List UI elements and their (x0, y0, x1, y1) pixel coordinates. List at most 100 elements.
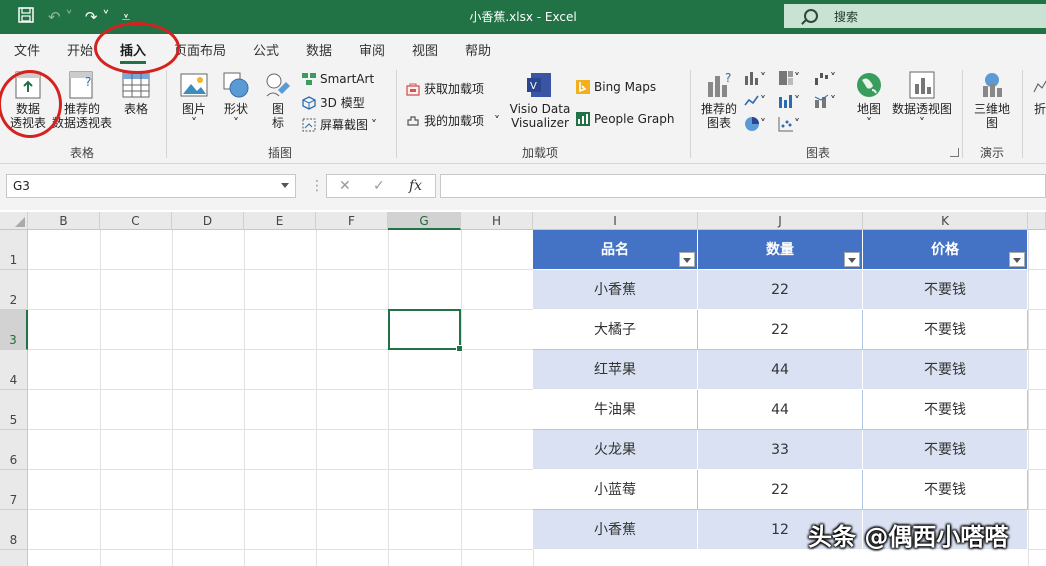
column-header[interactable]: C (100, 212, 172, 230)
worksheet-grid[interactable]: B C D E F G H I J K 1 2 3 4 5 6 7 8 品名 数… (0, 212, 1046, 566)
table-cell[interactable]: 22 (698, 310, 863, 350)
get-addins-label: 获取加载项 (424, 82, 485, 96)
table-cell[interactable]: 44 (698, 350, 863, 390)
select-all-corner[interactable] (0, 212, 28, 230)
table-cell[interactable]: 不要钱 (863, 390, 1028, 430)
visio-visualizer-button[interactable]: V Visio Data Visualizer (508, 70, 572, 130)
combo-chart-button[interactable]: ˅ (814, 93, 836, 109)
column-header[interactable]: I (533, 212, 698, 230)
formula-buttons: ✕ ✓ fx (326, 174, 436, 198)
row-header[interactable] (0, 550, 28, 566)
tab-help[interactable]: 帮助 (465, 40, 491, 59)
table-cell[interactable]: 小香蕉 (533, 270, 698, 310)
my-addins-button[interactable]: 我的加载项 ˅ (406, 112, 500, 129)
table-cell[interactable]: 不要钱 (863, 270, 1028, 310)
column-header[interactable]: J (698, 212, 863, 230)
3d-models-button[interactable]: 3D 模型 (302, 94, 365, 111)
tab-home[interactable]: 开始 (67, 40, 93, 59)
icons-icon (266, 73, 290, 97)
table-header-cell[interactable]: 价格 (863, 230, 1028, 270)
table-cell[interactable]: 22 (698, 470, 863, 510)
watermark: 头条 @偶西小嗒嗒 (808, 523, 1009, 551)
combo-chart-icon (814, 94, 829, 108)
name-box-value: G3 (13, 179, 30, 193)
tab-page-layout[interactable]: 页面布局 (174, 40, 226, 59)
table-cell[interactable]: 不要钱 (863, 310, 1028, 350)
column-header[interactable]: D (172, 212, 244, 230)
filter-dropdown-icon[interactable] (1009, 252, 1025, 267)
icons-button[interactable]: 图 标 (260, 70, 296, 130)
pie-chart-button[interactable]: ˅ (744, 116, 766, 132)
smartart-button[interactable]: SmartArt (302, 72, 374, 86)
filter-dropdown-icon[interactable] (844, 252, 860, 267)
table-cell[interactable]: 红苹果 (533, 350, 698, 390)
table-cell[interactable]: 44 (698, 390, 863, 430)
row-header-selected[interactable]: 3 (0, 310, 28, 350)
pictures-button[interactable]: 图片 ˅ (176, 70, 212, 130)
table-cell[interactable]: 不要钱 (863, 470, 1028, 510)
formula-input[interactable] (440, 174, 1046, 198)
3d-map-label-2: 图 (985, 116, 998, 130)
charts-dialog-launcher-icon[interactable] (950, 148, 959, 157)
tab-view[interactable]: 视图 (412, 40, 438, 59)
column-header[interactable]: B (28, 212, 100, 230)
recommended-pivot-label-2: 数据透视表 (51, 116, 112, 130)
table-cell[interactable]: 不要钱 (863, 350, 1028, 390)
row-header[interactable]: 1 (0, 230, 28, 270)
table-cell[interactable]: 牛油果 (533, 390, 698, 430)
tab-data[interactable]: 数据 (306, 40, 332, 59)
table-cell[interactable]: 大橘子 (533, 310, 698, 350)
name-box-dropdown-icon[interactable] (281, 183, 289, 188)
table-header-cell[interactable]: 数量 (698, 230, 863, 270)
shapes-label: 形状 (223, 102, 248, 116)
table-cell[interactable]: 不要钱 (863, 430, 1028, 470)
name-box[interactable]: G3 (6, 174, 296, 198)
table-cell[interactable]: 小蓝莓 (533, 470, 698, 510)
pivot-chart-button[interactable]: 数据透视图 ˅ (888, 70, 956, 130)
cancel-icon[interactable]: ✕ (339, 178, 351, 194)
get-addins-button[interactable]: 获取加载项 (406, 80, 484, 97)
row-header[interactable]: 7 (0, 470, 28, 510)
recommended-charts-button[interactable]: ? 推荐的 图表 (698, 70, 740, 130)
hierarchy-chart-button[interactable]: ˅ (778, 70, 800, 86)
shapes-button[interactable]: 形状 ˅ (218, 70, 254, 130)
scatter-chart-button[interactable]: ˅ (778, 116, 800, 132)
column-header[interactable]: K (863, 212, 1028, 230)
screenshot-button[interactable]: 屏幕截图 ˅ (302, 116, 377, 133)
row-header[interactable]: 2 (0, 270, 28, 310)
column-header-selected[interactable]: G (388, 212, 461, 230)
3d-map-button[interactable]: 三维地 图 (970, 70, 1014, 130)
pie-chart-icon (745, 117, 759, 131)
table-cell[interactable]: 22 (698, 270, 863, 310)
select-all-icon (15, 217, 25, 227)
insert-function-icon[interactable]: fx (409, 178, 422, 194)
column-header[interactable]: F (316, 212, 388, 230)
table-button[interactable]: 表格 (116, 70, 156, 116)
table-header-cell[interactable]: 品名 (533, 230, 698, 270)
active-cell-g3[interactable] (388, 309, 463, 352)
column-header[interactable]: H (461, 212, 533, 230)
people-graph-button[interactable]: People Graph (576, 112, 675, 126)
enter-icon[interactable]: ✓ (373, 178, 385, 194)
tab-review[interactable]: 审阅 (359, 40, 385, 59)
table-cell[interactable]: 小香蕉 (533, 510, 698, 550)
scatter-chart-dropdown-icon: ˅ (794, 117, 800, 131)
table-cell[interactable]: 33 (698, 430, 863, 470)
row-header[interactable]: 5 (0, 390, 28, 430)
waterfall-chart-button[interactable]: ˅ (814, 70, 836, 86)
search-box[interactable]: 搜索 (784, 4, 1046, 28)
filter-dropdown-icon[interactable] (679, 252, 695, 267)
tab-file[interactable]: 文件 (14, 40, 40, 59)
row-header[interactable]: 8 (0, 510, 28, 550)
statistic-chart-button[interactable]: ˅ (778, 93, 800, 109)
column-chart-button[interactable]: ˅ (744, 70, 766, 86)
bing-maps-button[interactable]: Bing Maps (576, 80, 656, 94)
tab-formulas[interactable]: 公式 (253, 40, 279, 59)
map-chart-button[interactable]: 地图 ˅ (852, 70, 886, 130)
column-header[interactable]: E (244, 212, 316, 230)
row-header[interactable]: 6 (0, 430, 28, 470)
table-cell[interactable]: 火龙果 (533, 430, 698, 470)
row-header[interactable]: 4 (0, 350, 28, 390)
line-chart-button[interactable]: ˅ (744, 93, 766, 109)
sparklines-button[interactable]: 折 (1030, 70, 1046, 116)
